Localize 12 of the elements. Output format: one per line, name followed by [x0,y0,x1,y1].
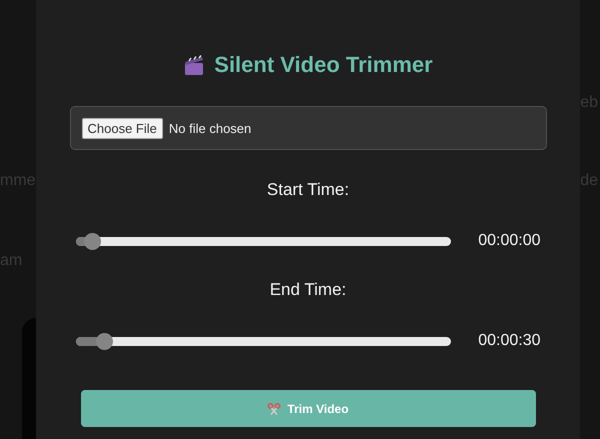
slider-label: Start Time: [266,180,350,200]
slider-thumb[interactable] [84,232,102,250]
slider-label: End Time: [270,280,346,300]
choose-file-button[interactable]: Choose File [82,118,163,138]
file-input[interactable]: Choose File No file chosen [70,106,546,150]
clapperboard-icon [183,54,206,76]
scissors-icon [267,402,282,414]
slider-thumb[interactable] [96,332,113,350]
time-reading: 00:00:00 [478,232,540,250]
dialog-title: Silent Video Trimmer [214,52,433,78]
file-status: No file chosen [168,120,252,136]
time-reading: 00:00:30 [478,332,540,350]
